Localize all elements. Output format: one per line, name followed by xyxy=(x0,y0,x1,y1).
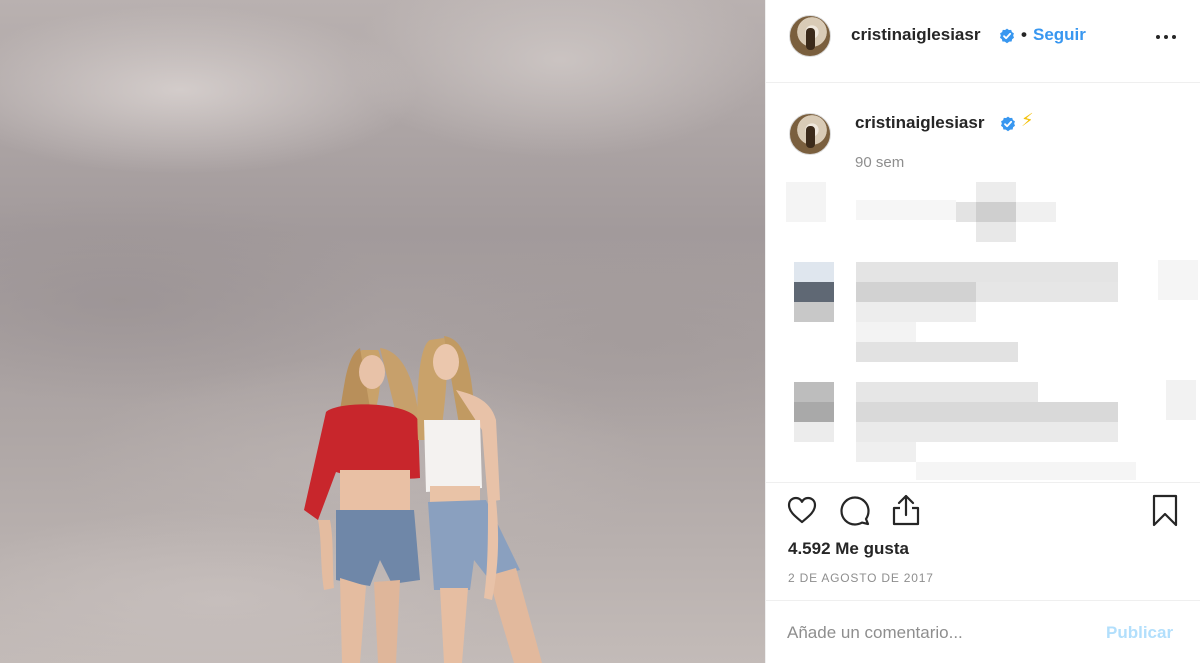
caption-avatar[interactable] xyxy=(789,113,831,155)
publish-button[interactable]: Publicar xyxy=(1106,623,1173,643)
caption-username-link[interactable]: cristinaiglesiasr xyxy=(855,113,984,133)
person-left xyxy=(304,348,420,663)
comment-input[interactable] xyxy=(787,621,1087,645)
post-photo[interactable] xyxy=(0,0,765,663)
comment-form: Publicar xyxy=(766,600,1200,663)
verified-badge-icon xyxy=(1001,116,1015,132)
likes-count[interactable]: 4.592 Me gusta xyxy=(788,539,909,559)
lightning-emoji: ⚡ xyxy=(1021,110,1034,130)
photo-subjects xyxy=(304,336,542,663)
more-options-icon[interactable] xyxy=(1156,26,1180,46)
post-age[interactable]: 90 sem xyxy=(855,154,904,171)
post-header: cristinaiglesiasr • Seguir xyxy=(766,0,1200,83)
bookmark-icon[interactable] xyxy=(1151,494,1179,528)
username-link[interactable]: cristinaiglesiasr xyxy=(851,25,980,45)
post-side-panel: cristinaiglesiasr • Seguir cristinaigles… xyxy=(765,0,1200,663)
separator-dot: • xyxy=(1021,25,1027,44)
heart-icon[interactable] xyxy=(786,495,818,525)
share-icon[interactable] xyxy=(891,493,921,527)
follow-button[interactable]: Seguir xyxy=(1033,25,1086,45)
person-right xyxy=(417,336,542,663)
comment-icon[interactable] xyxy=(839,495,871,527)
verified-badge-icon xyxy=(1000,28,1014,44)
post-date: 2 DE AGOSTO DE 2017 xyxy=(788,571,934,585)
post-actions: 4.592 Me gusta 2 DE AGOSTO DE 2017 xyxy=(766,482,1200,600)
avatar[interactable] xyxy=(789,15,831,57)
